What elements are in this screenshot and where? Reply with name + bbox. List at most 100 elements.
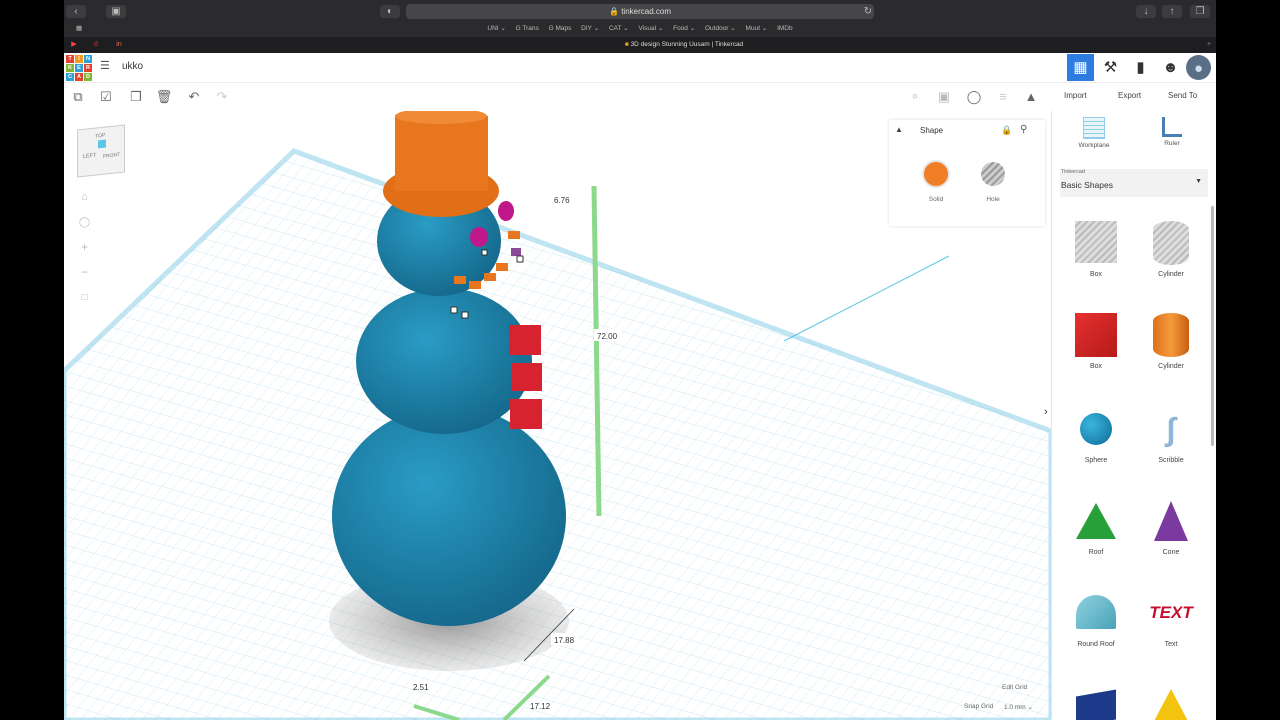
apps-grid-icon[interactable]: ▦ bbox=[76, 22, 82, 36]
snowman-middle-sphere[interactable] bbox=[356, 288, 532, 434]
undo-icon[interactable]: ↶ bbox=[185, 88, 203, 106]
favorite-cat[interactable]: CAT ⌄ bbox=[609, 25, 629, 32]
favorite-imdb[interactable]: IMDb bbox=[777, 25, 793, 32]
ruler-tool[interactable]: Ruler bbox=[1142, 117, 1202, 147]
briefcase-icon[interactable]: ▮ bbox=[1127, 54, 1154, 81]
hole-swatch[interactable] bbox=[981, 162, 1005, 186]
address-bar[interactable]: 🔒 tinkercad.com bbox=[406, 4, 874, 19]
tinkercad-logo[interactable]: TIN KER CAD bbox=[66, 55, 92, 81]
shape-label: Round Roof bbox=[1077, 641, 1115, 648]
snowman-buttons[interactable] bbox=[509, 325, 542, 429]
shape-roof[interactable]: Roof bbox=[1066, 499, 1126, 556]
design-list-icon[interactable]: ☰ bbox=[100, 60, 112, 72]
light-bulb-icon[interactable]: ⚬ bbox=[906, 88, 924, 106]
workplane-label: Workplane bbox=[1078, 142, 1110, 149]
mirror-icon[interactable]: ▲ bbox=[1022, 88, 1040, 106]
favorite-visual[interactable]: Visual ⌄ bbox=[638, 25, 663, 32]
view-cube-front[interactable]: FRONT bbox=[103, 152, 120, 160]
pinned-tab-youtube-icon[interactable]: ▶ bbox=[69, 40, 79, 50]
shield-icon[interactable]: ◐ bbox=[380, 5, 400, 18]
redo-icon[interactable]: ↷ bbox=[213, 88, 231, 106]
shape-prism[interactable] bbox=[1066, 689, 1126, 720]
favorite-food[interactable]: Food ⌄ bbox=[673, 25, 695, 32]
reload-icon[interactable]: ↻ bbox=[858, 5, 878, 18]
duplicate-icon[interactable]: ❐ bbox=[127, 88, 145, 106]
back-icon[interactable]: ‹ bbox=[66, 5, 86, 18]
favorite-gtrans[interactable]: G Trans bbox=[516, 25, 539, 32]
shape-text[interactable]: TEXT Text bbox=[1141, 591, 1201, 648]
download-icon[interactable]: ↓ bbox=[1136, 5, 1156, 18]
shape-box-hole[interactable]: Box bbox=[1066, 221, 1126, 278]
shape-pyramid[interactable] bbox=[1141, 689, 1201, 720]
favorite-muut[interactable]: Muut ⌄ bbox=[746, 25, 768, 32]
light-bulb-icon[interactable]: ⚲ bbox=[1020, 124, 1027, 135]
shapes-library-panel: Workplane Ruler Tinkercad Basic Shapes ▼… bbox=[1051, 111, 1216, 720]
favorite-gmaps[interactable]: G Maps bbox=[549, 25, 572, 32]
new-tab-icon[interactable]: + bbox=[1204, 40, 1214, 50]
group-icon[interactable]: ▣ bbox=[935, 88, 953, 106]
fit-view-icon[interactable]: ◯ bbox=[78, 216, 91, 229]
delete-trash-icon[interactable]: 🗑 bbox=[155, 88, 173, 106]
snap-grid-select[interactable]: 1.0 mm ⌄ bbox=[1004, 703, 1033, 711]
copy-icon[interactable]: ⧉ bbox=[69, 88, 87, 106]
workplane-canvas[interactable]: 6.76 72.00 17.88 2.51 17.12 LEFT FRONT T… bbox=[64, 111, 1051, 720]
add-user-icon[interactable]: ☻ bbox=[1157, 54, 1184, 81]
align-icon[interactable]: ≡ bbox=[994, 88, 1012, 106]
view-cube-left[interactable]: LEFT bbox=[83, 152, 96, 159]
shape-cylinder[interactable]: Cylinder bbox=[1141, 313, 1201, 370]
favorite-uni[interactable]: UNI ⌄ bbox=[487, 25, 505, 32]
collapse-caret-icon[interactable]: ▲ bbox=[895, 125, 903, 134]
shape-sphere[interactable]: Sphere bbox=[1066, 407, 1126, 464]
shape-cone[interactable]: Cone bbox=[1141, 499, 1201, 556]
dim-height-label: 72.00 bbox=[597, 332, 618, 341]
send-to-button[interactable]: Send To bbox=[1168, 91, 1197, 100]
favorite-diy[interactable]: DIY ⌄ bbox=[581, 25, 599, 32]
tab-active[interactable]: ■ 3D design Stunning Uusam | Tinkercad bbox=[484, 37, 884, 53]
shape-label: Roof bbox=[1088, 549, 1104, 556]
share-icon[interactable]: ↑ bbox=[1162, 5, 1182, 18]
shape-box[interactable]: Box bbox=[1066, 313, 1126, 370]
collapse-panel-chevron-icon[interactable]: › bbox=[1044, 406, 1048, 418]
dim-top-label: 6.76 bbox=[554, 196, 570, 205]
pickaxe-icon[interactable]: ⚒ bbox=[1097, 54, 1124, 81]
home-view-icon[interactable]: ⌂ bbox=[78, 191, 91, 204]
avatar[interactable]: ● bbox=[1186, 55, 1211, 80]
pinned-tab-icon[interactable]: in bbox=[114, 40, 124, 50]
url-text: tinkercad.com bbox=[621, 7, 671, 16]
shape-inspector-panel: ▲ Shape 🔒 ⚲ Solid Hole bbox=[889, 120, 1045, 226]
chevron-down-icon: ▼ bbox=[1195, 178, 1202, 185]
export-button[interactable]: Export bbox=[1118, 91, 1141, 100]
zoom-in-icon[interactable]: + bbox=[78, 241, 91, 254]
shape-library-select[interactable]: Tinkercad Basic Shapes ▼ bbox=[1060, 169, 1208, 197]
round-roof-icon bbox=[1076, 595, 1116, 629]
view-cube-top[interactable]: TOP bbox=[95, 133, 105, 140]
ruler-icon bbox=[1162, 117, 1182, 137]
favorite-outdoor[interactable]: Outdoor ⌄ bbox=[705, 25, 736, 32]
text-icon: TEXT bbox=[1149, 603, 1193, 622]
shape-cylinder-hole[interactable]: Cylinder bbox=[1141, 221, 1201, 278]
library-scrollbar[interactable] bbox=[1211, 206, 1214, 446]
import-button[interactable]: Import bbox=[1064, 91, 1087, 100]
edit-grid-button[interactable]: Edit Grid bbox=[1002, 684, 1027, 691]
ungroup-icon[interactable]: ◯ bbox=[965, 88, 983, 106]
solid-color-swatch[interactable] bbox=[922, 160, 950, 188]
sphere-icon bbox=[1080, 413, 1112, 445]
pyramid-icon bbox=[1153, 689, 1189, 720]
tabs-overview-icon[interactable]: ❐ bbox=[1190, 5, 1210, 18]
shape-scribble[interactable]: ∫ Scribble bbox=[1141, 407, 1201, 464]
lock-icon[interactable]: 🔒 bbox=[1001, 125, 1012, 136]
3d-view-grid-icon[interactable]: ▦ bbox=[1067, 54, 1094, 81]
pinned-tab-icon[interactable]: d bbox=[91, 40, 101, 50]
snowman-hat[interactable] bbox=[383, 111, 499, 217]
zoom-out-icon[interactable]: − bbox=[78, 266, 91, 279]
view-cube[interactable]: LEFT FRONT TOP bbox=[77, 124, 125, 178]
shape-round-roof[interactable]: Round Roof bbox=[1066, 591, 1126, 648]
snowman-bottom-sphere[interactable] bbox=[332, 406, 566, 626]
project-name[interactable]: ukko bbox=[122, 61, 143, 72]
paste-icon[interactable]: ☑ bbox=[97, 88, 115, 106]
sidebar-toggle-icon[interactable]: ▣ bbox=[106, 5, 126, 18]
dim-width-label: 17.12 bbox=[530, 702, 551, 711]
solid-label: Solid bbox=[928, 196, 944, 203]
workplane-tool[interactable]: Workplane bbox=[1064, 117, 1124, 149]
ortho-view-icon[interactable]: □ bbox=[78, 291, 91, 304]
